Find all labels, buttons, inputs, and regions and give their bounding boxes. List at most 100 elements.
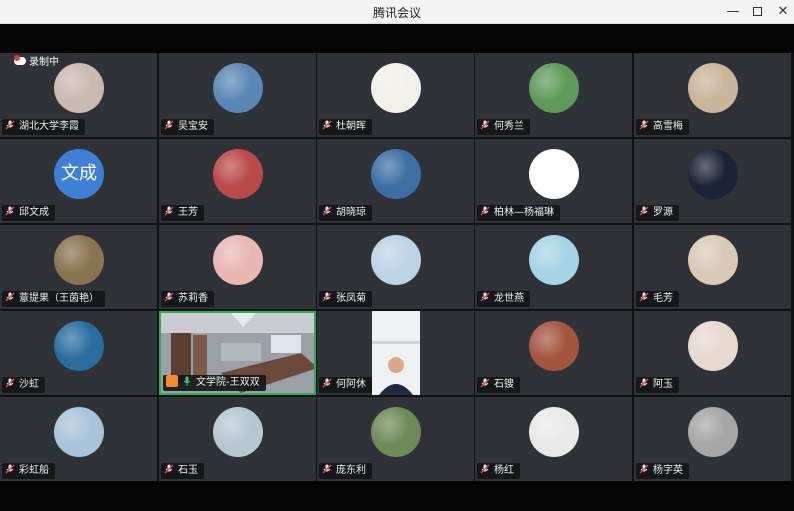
participant-name-tag: 文学院-王双双 bbox=[163, 375, 266, 391]
participant-tile[interactable]: 吴宝安 bbox=[159, 53, 316, 137]
participant-name: 阿玉 bbox=[653, 379, 673, 390]
participant-tile[interactable]: 杨红 bbox=[475, 397, 632, 481]
mic-muted-icon bbox=[480, 206, 490, 216]
photo-flowers-icon bbox=[213, 149, 263, 199]
photo-hands-icon bbox=[54, 63, 104, 113]
photo-track-icon bbox=[529, 321, 579, 371]
participant-name-tag: 阿玉 bbox=[636, 377, 679, 393]
participant-tile[interactable]: 龙世燕 bbox=[475, 225, 632, 309]
mic-muted-icon bbox=[639, 464, 649, 474]
mic-muted-icon bbox=[5, 292, 15, 302]
participant-tile[interactable]: 杜朝晖 bbox=[317, 53, 474, 137]
participant-name: 杜朝晖 bbox=[336, 121, 366, 132]
photo-beach-icon bbox=[213, 407, 263, 457]
photo-calligraphy-icon bbox=[371, 63, 421, 113]
mic-muted-icon bbox=[164, 292, 174, 302]
participant-tile[interactable]: 毛芳 bbox=[634, 225, 791, 309]
participant-name-tag: 彩虹船 bbox=[2, 463, 55, 479]
top-toolbar bbox=[0, 24, 794, 53]
participant-name: 何阿休 bbox=[336, 379, 366, 390]
photo-seed-icon bbox=[54, 235, 104, 285]
participant-tile[interactable]: 阿玉 bbox=[634, 311, 791, 395]
participant-tile[interactable]: 王芳 bbox=[159, 139, 316, 223]
mic-muted-icon bbox=[322, 120, 332, 130]
participant-tile[interactable]: 高雪梅 bbox=[634, 53, 791, 137]
mic-muted-icon bbox=[480, 120, 490, 130]
mic-muted-icon bbox=[5, 378, 15, 388]
mic-muted-icon bbox=[322, 378, 332, 388]
photo-pink-icon bbox=[213, 235, 263, 285]
cartoon-hat-girl-icon bbox=[529, 235, 579, 285]
mic-muted-icon bbox=[164, 206, 174, 216]
participant-tile[interactable]: 杨字英 bbox=[634, 397, 791, 481]
photo-woman-suit-icon bbox=[529, 407, 579, 457]
participant-tile[interactable]: 石玉 bbox=[159, 397, 316, 481]
participant-tile[interactable]: 石锼 bbox=[475, 311, 632, 395]
participant-name: 庞东利 bbox=[336, 465, 366, 476]
photo-landscape-icon bbox=[213, 63, 263, 113]
participant-tile[interactable]: 文学院-王双双 bbox=[159, 311, 316, 395]
participant-name: 龙世燕 bbox=[494, 293, 524, 304]
participant-tile[interactable]: 沙虹 bbox=[0, 311, 157, 395]
mic-muted-icon bbox=[639, 378, 649, 388]
recording-indicator: 录制中 bbox=[14, 55, 59, 70]
recording-label: 录制中 bbox=[29, 57, 59, 68]
photo-women-icon bbox=[688, 321, 738, 371]
participant-name: 高雪梅 bbox=[653, 121, 683, 132]
participant-name: 石锼 bbox=[494, 379, 514, 390]
participant-name: 杨字英 bbox=[653, 465, 683, 476]
mic-muted-icon bbox=[480, 378, 490, 388]
maximize-icon bbox=[752, 7, 762, 16]
participant-name: 苏莉香 bbox=[178, 293, 208, 304]
host-person-icon bbox=[166, 375, 178, 387]
participant-name-tag: 胡晓琼 bbox=[319, 205, 372, 221]
participant-name-tag: 湖北大学李霞 bbox=[2, 119, 85, 135]
photo-waterfall-icon bbox=[371, 149, 421, 199]
photo-texture-icon bbox=[688, 407, 738, 457]
participant-name-tag: 何阿休 bbox=[319, 377, 372, 393]
mic-muted-icon bbox=[322, 206, 332, 216]
participant-tile[interactable]: 张凤菊 bbox=[317, 225, 474, 309]
participant-name: 湖北大学李霞 bbox=[19, 121, 79, 132]
participant-name: 吴宝安 bbox=[178, 121, 208, 132]
participant-name: 邱文成 bbox=[19, 207, 49, 218]
participant-name: 彩虹船 bbox=[19, 465, 49, 476]
participant-tile[interactable]: 何秀兰 bbox=[475, 53, 632, 137]
photo-balloons-icon bbox=[371, 235, 421, 285]
participant-name-tag: 何秀兰 bbox=[477, 119, 530, 135]
mic-muted-icon bbox=[5, 206, 15, 216]
participant-tile[interactable]: 何阿休 bbox=[317, 311, 474, 395]
photo-portrait-icon bbox=[688, 63, 738, 113]
participant-name: 沙虹 bbox=[19, 379, 39, 390]
participant-tile[interactable]: 罗源 bbox=[634, 139, 791, 223]
participant-tile[interactable]: 薏提果（王茵艳） bbox=[0, 225, 157, 309]
participant-tile[interactable]: 庞东利 bbox=[317, 397, 474, 481]
participant-tile[interactable]: 苏莉香 bbox=[159, 225, 316, 309]
participant-name-tag: 庞东利 bbox=[319, 463, 372, 479]
participant-name: 张凤菊 bbox=[336, 293, 366, 304]
recording-cloud-icon bbox=[14, 55, 26, 65]
participant-name-tag: 杨红 bbox=[477, 463, 520, 479]
participant-tile[interactable]: 彩虹船 bbox=[0, 397, 157, 481]
participant-tile[interactable]: 文成 邱文成 bbox=[0, 139, 157, 223]
photo-lotus-icon bbox=[529, 63, 579, 113]
cartoon-girl-icon bbox=[529, 149, 579, 199]
participant-name: 杨红 bbox=[494, 465, 514, 476]
participant-name: 胡晓琼 bbox=[336, 207, 366, 218]
participant-name-tag: 石锼 bbox=[477, 377, 520, 393]
mic-muted-icon bbox=[322, 292, 332, 302]
participant-tile[interactable]: 柏林—杨福琳 bbox=[475, 139, 632, 223]
title-bar: 腾讯会议 — ✕ bbox=[0, 0, 794, 24]
participant-name: 柏林—杨福琳 bbox=[494, 207, 554, 218]
participant-name-tag: 龙世燕 bbox=[477, 291, 530, 307]
participant-name-tag: 王芳 bbox=[161, 205, 204, 221]
participant-tile[interactable]: 胡晓琼 bbox=[317, 139, 474, 223]
photo-sunflower-icon bbox=[54, 321, 104, 371]
mic-muted-icon bbox=[322, 464, 332, 474]
mic-muted-icon bbox=[639, 292, 649, 302]
participant-name-tag: 张凤菊 bbox=[319, 291, 372, 307]
mic-muted-icon bbox=[480, 292, 490, 302]
photo-sky-icon bbox=[54, 407, 104, 457]
close-button[interactable]: ✕ bbox=[768, 0, 794, 24]
mic-muted-icon bbox=[5, 120, 15, 130]
